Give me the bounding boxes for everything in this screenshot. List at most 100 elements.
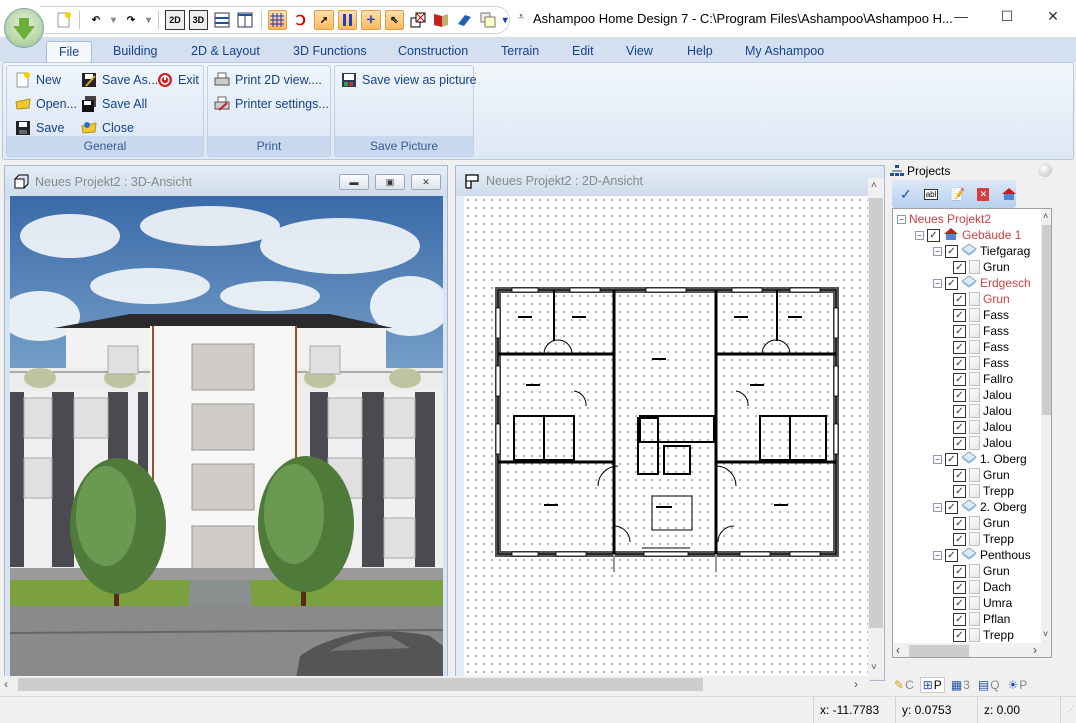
scroll-thumb[interactable] — [869, 198, 883, 628]
application-menu-button[interactable] — [4, 8, 44, 48]
tree-item[interactable]: ✓ Trepp — [953, 531, 1014, 547]
visibility-checkbox[interactable]: ✓ — [953, 580, 966, 594]
scroll-left-icon[interactable]: ‹ — [4, 677, 8, 691]
visibility-checkbox[interactable]: ✓ — [953, 612, 966, 626]
minimize-button[interactable]: — — [938, 0, 984, 32]
visibility-checkbox[interactable]: ✓ — [953, 324, 966, 338]
horizontal-scrollbar[interactable]: ‹ › — [0, 676, 870, 693]
tree-item[interactable]: − ✓ Erdgesch — [933, 274, 1031, 291]
tab-2d-layout[interactable]: 2D & Layout — [179, 41, 272, 62]
panel-tab[interactable]: ▤ Q — [976, 678, 1002, 692]
tree-vertical-scrollbar[interactable]: ˄ ˅ — [1041, 209, 1051, 643]
scroll-up-icon[interactable]: ˄ — [871, 180, 877, 191]
tree-item[interactable]: ✓ Grun — [953, 515, 1010, 531]
2d-floorplan-canvas[interactable] — [464, 196, 868, 676]
maximize-button[interactable]: ☐ — [984, 0, 1030, 32]
3d-view-close-button[interactable]: ✕ — [411, 174, 441, 190]
save-view-as-picture-button[interactable]: Save view as picture — [341, 69, 477, 91]
tree-item[interactable]: ✓ Dach — [953, 579, 1011, 595]
wall-snap-icon[interactable] — [337, 10, 358, 30]
tree-item[interactable]: − ✓ Gebäude 1 — [915, 227, 1021, 243]
scroll-up-icon[interactable]: ˄ — [1043, 211, 1048, 221]
visibility-checkbox[interactable]: ✓ — [953, 260, 966, 274]
visibility-checkbox[interactable]: ✓ — [945, 452, 958, 466]
visibility-checkbox[interactable]: ✓ — [945, 244, 958, 258]
vertical-split-icon[interactable] — [235, 10, 254, 30]
printer-settings-button[interactable]: Printer settings... — [214, 93, 329, 115]
tab-3d-functions[interactable]: 3D Functions — [281, 41, 379, 62]
visibility-checkbox[interactable]: ✓ — [953, 404, 966, 418]
visibility-checkbox[interactable]: ✓ — [927, 228, 940, 242]
3d-render-viewport[interactable] — [10, 196, 443, 678]
collapse-icon[interactable]: − — [933, 278, 942, 288]
scroll-thumb[interactable] — [909, 645, 969, 657]
visibility-checkbox[interactable]: ✓ — [953, 308, 966, 322]
collapse-icon[interactable]: − — [933, 502, 942, 512]
panel-tab[interactable]: ▦ 3 — [949, 678, 972, 692]
tree-item[interactable]: − ✓ Tiefgarag — [933, 242, 1030, 259]
visibility-checkbox[interactable]: ✓ — [953, 596, 966, 610]
save-as-button[interactable]: Save As... — [81, 69, 158, 91]
tab-edit[interactable]: Edit — [560, 41, 606, 62]
visibility-checkbox[interactable]: ✓ — [945, 500, 958, 514]
collapse-icon[interactable]: − — [897, 214, 906, 224]
dropdown-icon[interactable]: ▾ — [501, 10, 509, 30]
scroll-thumb[interactable] — [1042, 225, 1051, 415]
tree-item[interactable]: ✓ Trepp — [953, 627, 1014, 643]
tab-building[interactable]: Building — [101, 41, 169, 62]
tree-item[interactable]: ✓ Fass — [953, 323, 1009, 339]
horizontal-split-icon[interactable] — [212, 10, 231, 30]
grid-icon[interactable] — [267, 10, 288, 30]
visibility-checkbox[interactable]: ✓ — [945, 276, 958, 290]
tree-horizontal-scrollbar[interactable]: ‹ › — [893, 643, 1051, 657]
delete-icon[interactable]: ✕ — [977, 187, 990, 201]
2d-view-vertical-scrollbar[interactable]: ˄ ˅ — [868, 178, 884, 678]
tree-item[interactable]: ✓ Fass — [953, 307, 1009, 323]
tab-construction[interactable]: Construction — [386, 41, 480, 62]
tree-item[interactable]: ✓ Grun — [953, 291, 1010, 307]
check-icon[interactable]: ✓ — [900, 186, 912, 203]
scroll-right-icon[interactable]: › — [1033, 643, 1037, 657]
tab-view[interactable]: View — [614, 41, 665, 62]
window-icon[interactable] — [408, 10, 427, 30]
visibility-checkbox[interactable]: ✓ — [953, 356, 966, 370]
tree-item[interactable]: ✓ Pflan — [953, 611, 1010, 627]
tree-item[interactable]: ✓ Fass — [953, 355, 1009, 371]
panel-tab[interactable]: ✎ C — [892, 678, 916, 692]
close-button[interactable]: ✕ — [1030, 0, 1076, 32]
collapse-icon[interactable]: − — [915, 230, 924, 240]
tree-item[interactable]: − Neues Projekt2 — [897, 211, 991, 227]
3d-view-button[interactable]: 3D — [188, 10, 209, 30]
panel-tab[interactable]: ☀ P — [1006, 678, 1030, 692]
tree-item[interactable]: ✓ Jalou — [953, 435, 1012, 451]
visibility-checkbox[interactable]: ✓ — [953, 436, 966, 450]
scroll-right-icon[interactable]: › — [854, 677, 858, 691]
scroll-thumb[interactable] — [18, 678, 703, 691]
pin-icon[interactable] — [1038, 163, 1052, 177]
visibility-checkbox[interactable]: ✓ — [953, 532, 966, 546]
rename-icon[interactable]: abl — [923, 188, 939, 200]
pointer-icon[interactable]: ⇖ — [384, 10, 404, 30]
tab-file[interactable]: File — [46, 41, 93, 62]
add-building-icon[interactable] — [1001, 187, 1016, 201]
collapse-icon[interactable]: − — [933, 246, 942, 256]
exit-button[interactable]: Exit — [157, 69, 199, 91]
properties-icon[interactable]: 📝 — [950, 187, 965, 201]
tree-item[interactable]: ✓ Umra — [953, 595, 1012, 611]
select-objects-icon[interactable]: ➚ — [314, 10, 334, 30]
tree-item[interactable]: ✓ Jalou — [953, 403, 1012, 419]
scroll-left-icon[interactable]: ‹ — [896, 643, 900, 657]
tree-item[interactable]: ✓ Grun — [953, 259, 1010, 275]
dropdown-icon[interactable]: ▾ — [145, 10, 153, 30]
print-2d-view-button[interactable]: Print 2D view.... — [214, 69, 322, 91]
tree-item[interactable]: − ✓ 2. Oberg — [933, 498, 1027, 515]
visibility-checkbox[interactable]: ✓ — [953, 468, 966, 482]
visibility-checkbox[interactable]: ✓ — [953, 516, 966, 530]
customize-qat-icon[interactable]: ⩡ — [518, 11, 524, 24]
tree-item[interactable]: ✓ Jalou — [953, 387, 1012, 403]
tree-item[interactable]: ✓ Grun — [953, 563, 1010, 579]
undo-icon[interactable]: ↶ — [86, 10, 105, 30]
guideline-icon[interactable]: ✛ — [361, 10, 381, 30]
visibility-checkbox[interactable]: ✓ — [953, 420, 966, 434]
new-button[interactable]: New — [15, 69, 61, 91]
